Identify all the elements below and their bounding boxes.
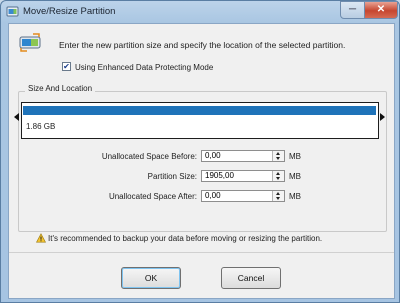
partition-size-unit: MB [289,172,301,181]
unallocated-before-input[interactable] [202,151,275,161]
right-resize-arrow-icon[interactable] [380,113,385,121]
separator [9,252,394,253]
partition-resize-icon [19,33,41,52]
unallocated-before-stepper[interactable] [272,151,284,161]
minimize-button[interactable]: ─ [340,1,365,19]
decrement-arrow-icon[interactable] [273,196,284,201]
partition-size-label: 1.86 GB [26,122,56,131]
warning-text: It's recommended to backup your data bef… [48,234,323,243]
enhanced-mode-label[interactable]: Using Enhanced Data Protecting Mode [75,63,213,72]
partition-size-spinner[interactable] [201,170,285,182]
partition-size-field-label: Partition Size: [147,172,197,181]
size-location-title: Size And Location [25,84,96,93]
cancel-button[interactable]: Cancel [221,267,281,289]
dialog-window: Move/Resize Partition ─ ✕ Enter the new … [0,0,400,303]
partition-size-stepper[interactable] [272,171,284,181]
instruction-text: Enter the new partition size and specify… [59,40,346,50]
unallocated-after-spinner[interactable] [201,190,285,202]
partition-map[interactable]: 1.86 GB [21,102,379,139]
decrement-arrow-icon[interactable] [273,156,284,161]
left-resize-arrow-icon[interactable] [14,113,19,121]
unallocated-after-unit: MB [289,192,301,201]
unallocated-after-input[interactable] [202,191,275,201]
unallocated-after-stepper[interactable] [272,191,284,201]
decrement-arrow-icon[interactable] [273,176,284,181]
title-bar[interactable]: Move/Resize Partition ─ ✕ [1,1,399,23]
unallocated-before-unit: MB [289,152,301,161]
unallocated-before-spinner[interactable] [201,150,285,162]
partition-app-icon [6,6,19,17]
ok-button[interactable]: OK [121,267,181,289]
dialog-client-area: Enter the new partition size and specify… [8,23,395,299]
unallocated-after-label: Unallocated Space After: [108,192,197,201]
close-button[interactable]: ✕ [364,1,398,19]
partition-size-input[interactable] [202,171,275,181]
enhanced-mode-checkbox[interactable]: ✔ [62,62,71,71]
unallocated-before-label: Unallocated Space Before: [101,152,197,161]
warning-icon [36,233,46,243]
window-title: Move/Resize Partition [23,6,116,17]
partition-bar[interactable] [23,106,376,115]
